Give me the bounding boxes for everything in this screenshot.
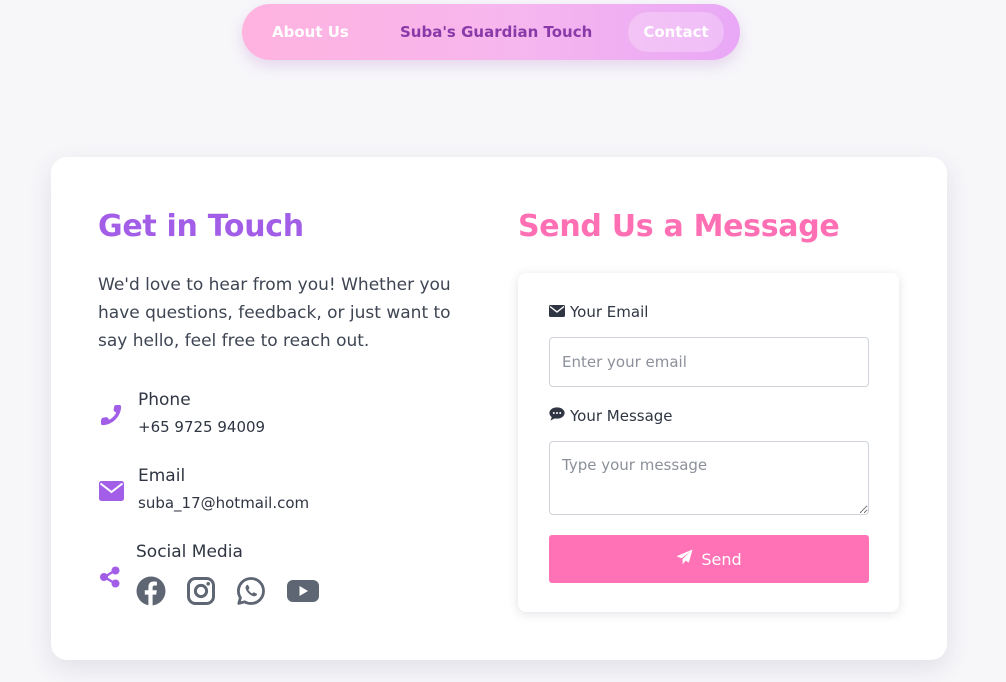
nav-about-link[interactable]: About Us: [272, 23, 349, 41]
contact-card: Get in Touch We'd love to hear from you!…: [51, 157, 947, 660]
email-field-label-text: Your Email: [570, 303, 649, 321]
youtube-icon[interactable]: [286, 578, 320, 604]
paper-plane-icon: [676, 549, 693, 569]
instagram-icon[interactable]: [186, 576, 216, 606]
social-links: [136, 576, 320, 606]
whatsapp-icon[interactable]: [236, 576, 266, 606]
message-field-label: Your Message: [549, 407, 673, 425]
phone-value: +65 9725 94009: [138, 418, 266, 436]
message-form: Your Email Your Message Se: [518, 273, 899, 612]
top-nav: About Us Suba's Guardian Touch Contact: [242, 4, 740, 60]
nav-brand-link[interactable]: Suba's Guardian Touch: [400, 23, 592, 41]
envelope-icon: [549, 303, 565, 321]
social-media-label: Social Media: [136, 542, 243, 562]
email-label: Email: [138, 466, 186, 486]
send-button-label: Send: [701, 549, 742, 569]
email-input[interactable]: [549, 337, 869, 387]
message-form-title: Send Us a Message: [518, 209, 840, 244]
nav-contact-link[interactable]: Contact: [628, 12, 724, 52]
comment-icon: [549, 407, 565, 425]
email-field-label: Your Email: [549, 303, 648, 321]
contact-intro-text: We'd love to hear from you! Whether you …: [98, 275, 451, 351]
share-icon: [98, 564, 122, 590]
email-value[interactable]: suba_17@hotmail.com: [138, 494, 309, 512]
phone-label: Phone: [138, 390, 191, 410]
envelope-icon: [98, 478, 124, 504]
message-textarea[interactable]: [549, 441, 869, 515]
contact-info-title: Get in Touch: [98, 209, 304, 244]
message-field-label-text: Your Message: [570, 407, 673, 425]
facebook-icon[interactable]: [136, 576, 166, 606]
phone-icon: [98, 402, 124, 428]
send-button[interactable]: Send: [549, 535, 869, 583]
